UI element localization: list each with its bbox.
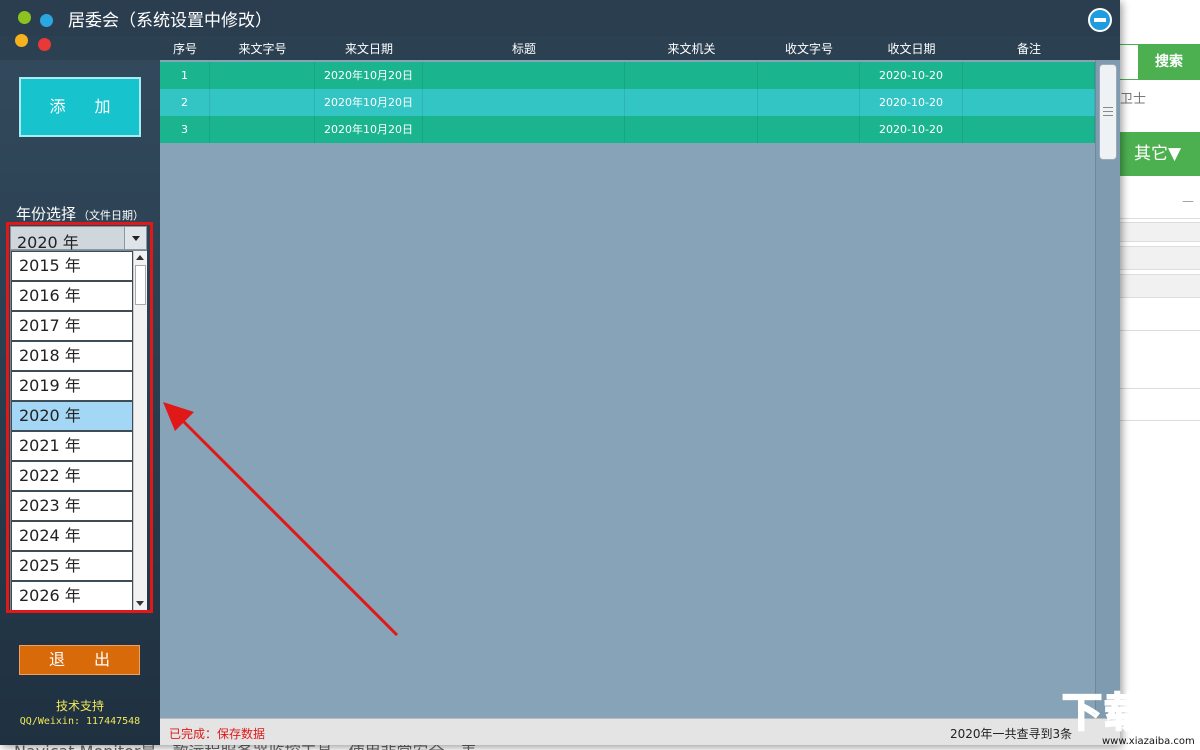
exit-button[interactable]: 退 出: [19, 645, 140, 675]
background-divider: [1120, 420, 1200, 421]
cell-title: [423, 62, 625, 89]
column-header-agency[interactable]: 来文机关: [625, 38, 758, 60]
cell-note: [963, 62, 1095, 89]
column-header-recv-date[interactable]: 收文日期: [860, 38, 963, 60]
status-message: 已完成：保存数据: [169, 727, 266, 741]
background-search-input[interactable]: [1118, 44, 1138, 80]
column-header-doc-no[interactable]: 来文字号: [210, 38, 315, 60]
logo-dot-icon: [40, 14, 53, 27]
logo-dot-icon: [38, 38, 51, 51]
cell-recv-date: 2020-10-20: [860, 116, 963, 143]
cell-note: [963, 116, 1095, 143]
cell-agency: [625, 62, 758, 89]
cell-recv-no: [758, 116, 860, 143]
cell-agency: [625, 89, 758, 116]
background-gray-row: [1120, 222, 1200, 242]
table-scrollbar[interactable]: [1095, 60, 1120, 718]
table-header: 序号 来文字号 来文日期 标题 来文机关 收文字号 收文日期 备注: [160, 38, 1120, 60]
document-table: 1 2020年10月20日 2020-10-20 2 2020年10月20日 2…: [160, 60, 1095, 718]
cell-doc-date: 2020年10月20日: [315, 116, 423, 143]
watermark: 下载吧 www.xiazaiba.com: [1061, 689, 1200, 750]
grip-line: [1103, 111, 1113, 112]
title-bar: 居委会（系统设置中修改）: [0, 0, 1120, 36]
cell-recv-no: [758, 62, 860, 89]
table-row[interactable]: 1 2020年10月20日 2020-10-20: [160, 62, 1095, 89]
cell-seq: 3: [160, 116, 210, 143]
background-other-menu[interactable]: 其它▼: [1120, 132, 1200, 176]
table-row[interactable]: 3 2020年10月20日 2020-10-20: [160, 116, 1095, 143]
logo-dot-icon: [15, 34, 28, 47]
cell-title: [423, 116, 625, 143]
background-divider: [1120, 218, 1200, 219]
cell-agency: [625, 116, 758, 143]
background-gray-row: [1120, 246, 1200, 270]
window-title: 居委会（系统设置中修改）: [68, 11, 272, 31]
column-header-recv-no[interactable]: 收文字号: [758, 38, 860, 60]
watermark-url: www.xiazaiba.com: [1102, 736, 1195, 747]
column-header-seq[interactable]: 序号: [160, 38, 210, 60]
cell-recv-date: 2020-10-20: [860, 89, 963, 116]
cell-recv-date: 2020-10-20: [860, 62, 963, 89]
cell-doc-no: [210, 89, 315, 116]
cell-title: [423, 89, 625, 116]
cell-seq: 1: [160, 62, 210, 89]
tech-support-label: 技术支持: [55, 699, 104, 713]
grip-line: [1103, 107, 1113, 108]
year-select-label: 年份选择 （文件日期）: [16, 203, 144, 224]
column-header-doc-date[interactable]: 来文日期: [315, 38, 423, 60]
table-scroll-thumb[interactable]: [1099, 64, 1117, 160]
background-dash: —: [1182, 194, 1194, 208]
table-row[interactable]: 2 2020年10月20日 2020-10-20: [160, 89, 1095, 116]
year-label-text: 年份选择: [16, 205, 77, 223]
watermark-logo-text: 下载吧: [1061, 689, 1188, 737]
logo-dot-icon: [18, 11, 31, 24]
column-header-note[interactable]: 备注: [963, 38, 1095, 60]
grip-line: [1103, 115, 1113, 116]
column-header-title[interactable]: 标题: [423, 38, 625, 60]
minimize-icon[interactable]: [1088, 8, 1112, 32]
background-gray-row: [1120, 274, 1200, 298]
status-bar: 已完成：保存数据 2020年一共查寻到3条: [160, 718, 1120, 745]
app-window: 居委会（系统设置中修改） 序号 来文字号 来文日期 标题 来文机关 收文字号 收…: [0, 0, 1120, 745]
add-button[interactable]: 添 加: [19, 77, 141, 137]
background-guard-text: 卫士: [1120, 92, 1147, 107]
year-label-hint: （文件日期）: [78, 209, 145, 222]
cell-doc-date: 2020年10月20日: [315, 89, 423, 116]
background-search-button[interactable]: 搜索: [1138, 44, 1200, 80]
cell-doc-date: 2020年10月20日: [315, 62, 423, 89]
tech-support-contact: QQ/Weixin: 117447548: [19, 716, 141, 727]
cell-recv-no: [758, 89, 860, 116]
cell-note: [963, 89, 1095, 116]
cell-doc-no: [210, 62, 315, 89]
cell-doc-no: [210, 116, 315, 143]
background-divider: [1120, 330, 1200, 331]
cell-seq: 2: [160, 89, 210, 116]
background-divider: [1120, 388, 1200, 389]
annotation-highlight-box: [6, 222, 153, 613]
